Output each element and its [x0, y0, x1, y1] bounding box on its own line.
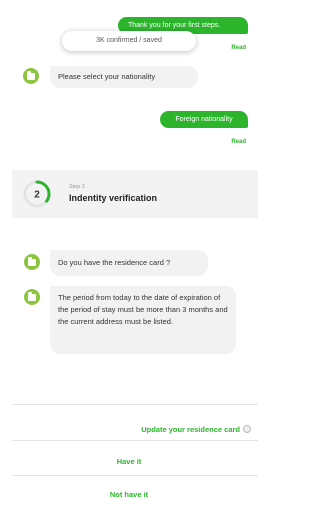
- toast-notification: 3K confirmed / saved: [62, 31, 196, 51]
- update-residence-card-button[interactable]: Update your residence card: [75, 425, 240, 434]
- step-progress-ring: 2: [23, 180, 51, 208]
- step-label: Step 2: [69, 184, 85, 190]
- read-status: Read: [231, 45, 246, 51]
- divider: [12, 440, 258, 441]
- step-title: Indentity verification: [69, 193, 158, 203]
- divider: [12, 404, 258, 405]
- bot-message: Do you have the residence card ?: [50, 250, 208, 276]
- read-status: Read: [231, 139, 246, 145]
- bot-avatar-icon: [24, 289, 40, 305]
- step-card: 2 Step 2 Indentity verification: [12, 170, 258, 218]
- bot-message: Please select your nationality: [50, 66, 198, 88]
- bot-avatar-icon: [23, 68, 39, 84]
- chat-area: Thank you for your first steps. Read 3K …: [0, 0, 258, 400]
- bot-avatar-icon: [24, 254, 40, 270]
- user-message: Foreign nationality: [160, 111, 248, 128]
- bot-message: The period from today to the date of exp…: [50, 286, 236, 354]
- scroll-indicator-icon: [243, 425, 251, 433]
- step-number: 2: [34, 190, 40, 201]
- divider: [12, 475, 258, 476]
- answer-options-panel: Update your residence card Have it Not h…: [0, 404, 258, 517]
- not-have-it-button[interactable]: Not have it: [0, 490, 258, 499]
- have-it-button[interactable]: Have it: [0, 457, 258, 466]
